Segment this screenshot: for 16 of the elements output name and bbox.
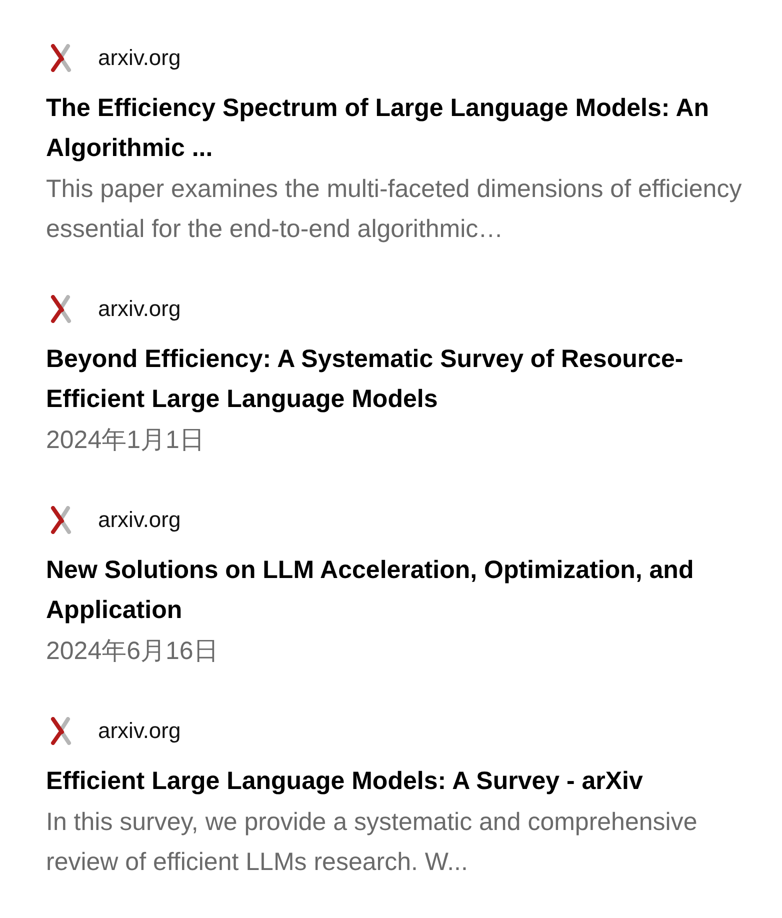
result-snippet: This paper examines the multi-faceted dimensions of efficiency essential for the end-to-end algorithmic… <box>46 174 742 245</box>
result-title-link[interactable]: Efficient Large Language Models: A Survey - arXiv <box>46 761 742 801</box>
crossed-x-icon <box>50 295 72 323</box>
result-title-link[interactable]: The Efficiency Spectrum of Large Language Models: An Algorithmic ... <box>46 88 742 168</box>
result-snippet: 2024年6月16日 <box>46 636 220 667</box>
result-snippet: In this survey, we provide a systematic and comprehensive review of efficient LLMs research. W... <box>46 807 698 878</box>
crossed-x-icon <box>50 506 72 534</box>
source-domain: arxiv.org <box>98 45 181 71</box>
crossed-x-icon <box>50 44 72 72</box>
crossed-x-icon <box>50 717 72 745</box>
source-domain: arxiv.org <box>98 296 181 322</box>
source-domain: arxiv.org <box>98 507 181 533</box>
result-title-link[interactable]: Beyond Efficiency: A Systematic Survey of Resource-Efficient Large Language Models <box>46 339 742 419</box>
source-domain: arxiv.org <box>98 718 181 744</box>
result-title-link[interactable]: New Solutions on LLM Acceleration, Optimization, and Application <box>46 550 742 630</box>
result-snippet: 2024年1月1日 <box>46 425 206 456</box>
